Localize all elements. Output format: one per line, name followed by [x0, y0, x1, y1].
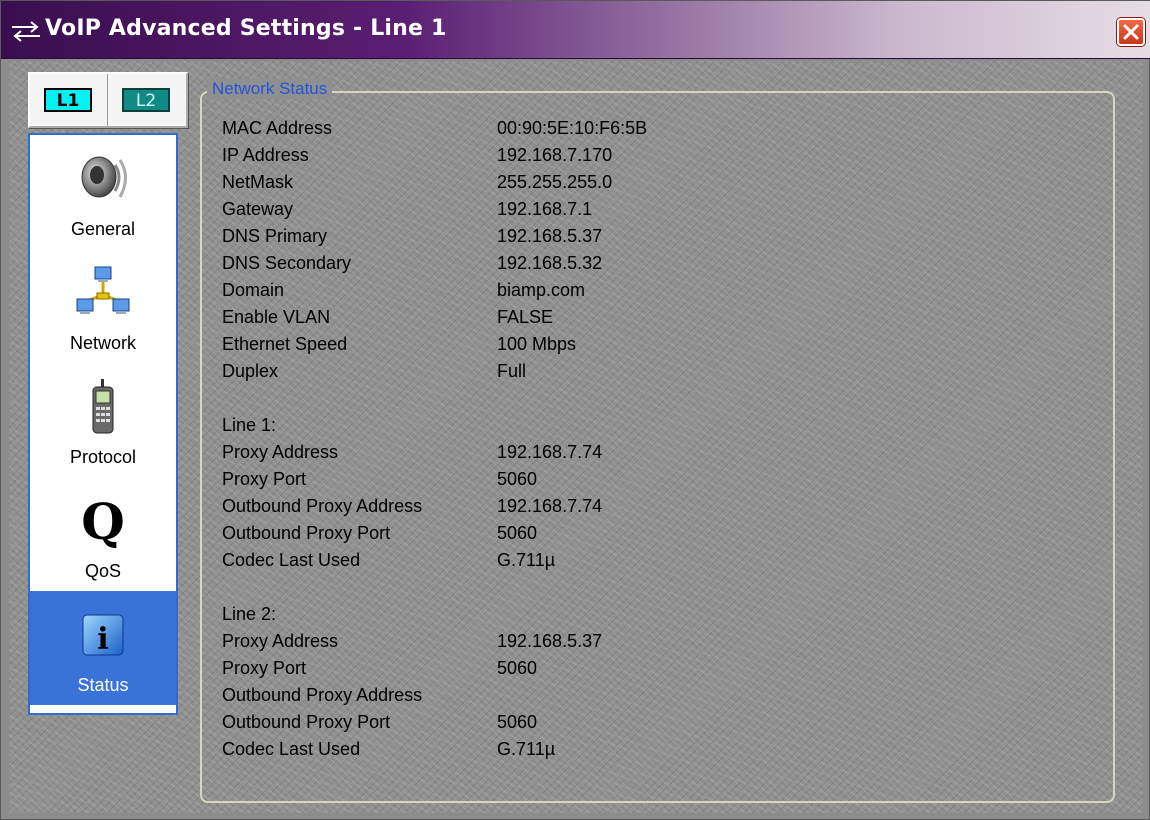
- line1-proxy-address-label: Proxy Address: [222, 442, 339, 462]
- dns-secondary-label: DNS Secondary: [222, 253, 352, 273]
- nav-label-network: Network: [69, 333, 136, 353]
- line2-codec-value: G.711µ: [497, 739, 556, 759]
- domain-value: biamp.com: [497, 280, 586, 300]
- client-area: L1 L2 General Network Protocol Q QoS i S…: [9, 61, 1143, 813]
- nav-label-general: General: [70, 219, 136, 239]
- line2-codec-label: Codec Last Used: [222, 739, 361, 759]
- nav-item-network[interactable]: Network: [30, 249, 176, 363]
- network-icon: [76, 266, 130, 314]
- nav-item-general[interactable]: General: [30, 135, 176, 249]
- title-bar[interactable]: VoIP Advanced Settings - Line 1: [1, 1, 1150, 59]
- phone-icon: [92, 379, 114, 434]
- netmask-value: 255.255.255.0: [497, 172, 613, 192]
- domain-label: Domain: [222, 280, 285, 300]
- close-icon: [1123, 24, 1139, 40]
- line1-outbound-proxy-address-value: 192.168.7.74: [497, 496, 603, 516]
- q-icon: Q: [81, 493, 125, 549]
- gateway-value: 192.168.7.1: [497, 199, 593, 219]
- ip-address-value: 192.168.7.170: [497, 145, 613, 165]
- line1-outbound-proxy-port-value: 5060: [497, 523, 538, 543]
- line2-proxy-address-label: Proxy Address: [222, 631, 339, 651]
- svg-text:i: i: [97, 622, 108, 657]
- network-status-title: Network Status: [207, 79, 333, 99]
- line-tab-cell-l2[interactable]: L2: [108, 74, 186, 126]
- duplex-value: Full: [497, 361, 527, 381]
- gateway-label: Gateway: [222, 199, 294, 219]
- ip-address-label: IP Address: [222, 145, 309, 165]
- line-selector: L1 L2: [28, 72, 188, 128]
- nav-item-status[interactable]: i Status: [30, 591, 176, 705]
- line2-proxy-address-value: 192.168.5.37: [497, 631, 603, 651]
- dns-primary-label: DNS Primary: [222, 226, 328, 246]
- nav-item-protocol[interactable]: Protocol: [30, 363, 176, 477]
- dns-primary-value: 192.168.5.37: [497, 226, 603, 246]
- netmask-label: NetMask: [222, 172, 294, 192]
- nav-label-protocol: Protocol: [69, 447, 137, 467]
- line1-outbound-proxy-port-label: Outbound Proxy Port: [222, 523, 391, 543]
- line2-outbound-proxy-address-label: Outbound Proxy Address: [222, 685, 423, 705]
- line-tab-l1[interactable]: L1: [44, 88, 92, 112]
- line1-proxy-port-value: 5060: [497, 469, 538, 489]
- dns-secondary-value: 192.168.5.32: [497, 253, 603, 273]
- line1-outbound-proxy-address-label: Outbound Proxy Address: [222, 496, 423, 516]
- enable-vlan-label: Enable VLAN: [222, 307, 331, 327]
- line2-proxy-port-value: 5060: [497, 658, 538, 678]
- mac-address-label: MAC Address: [222, 118, 333, 138]
- line1-proxy-port-label: Proxy Port: [222, 469, 307, 489]
- mac-address-value: 00:90:5E:10:F6:5B: [497, 118, 648, 138]
- line-tab-cell-l1[interactable]: L1: [30, 74, 108, 126]
- swap-arrows-icon: [12, 21, 40, 42]
- info-icon: i: [82, 614, 124, 657]
- category-nav: General Network Protocol Q QoS i Status: [28, 133, 178, 715]
- nav-item-qos[interactable]: Q QoS: [30, 477, 176, 591]
- line1-proxy-address-value: 192.168.7.74: [497, 442, 603, 462]
- enable-vlan-value: FALSE: [497, 307, 554, 327]
- close-button[interactable]: [1117, 18, 1145, 46]
- line-tab-l2[interactable]: L2: [122, 88, 170, 112]
- window-title: VoIP Advanced Settings - Line 1: [45, 16, 447, 41]
- line1-codec-value: G.711µ: [497, 550, 556, 570]
- line2-proxy-port-label: Proxy Port: [222, 658, 307, 678]
- voip-settings-window: VoIP Advanced Settings - Line 1 L1 L2 Ge…: [0, 0, 1150, 820]
- nav-label-qos: QoS: [84, 561, 122, 581]
- speaker-icon: [81, 156, 127, 198]
- ethernet-speed-label: Ethernet Speed: [222, 334, 348, 354]
- line1-codec-label: Codec Last Used: [222, 550, 361, 570]
- line2-heading: Line 2:: [222, 604, 277, 624]
- line1-heading: Line 1:: [222, 415, 277, 435]
- svg-text:Q: Q: [81, 493, 125, 549]
- line2-outbound-proxy-port-label: Outbound Proxy Port: [222, 712, 391, 732]
- line2-outbound-proxy-port-value: 5060: [497, 712, 538, 732]
- duplex-label: Duplex: [222, 361, 279, 381]
- nav-label-status: Status: [77, 675, 129, 695]
- ethernet-speed-value: 100 Mbps: [497, 334, 577, 354]
